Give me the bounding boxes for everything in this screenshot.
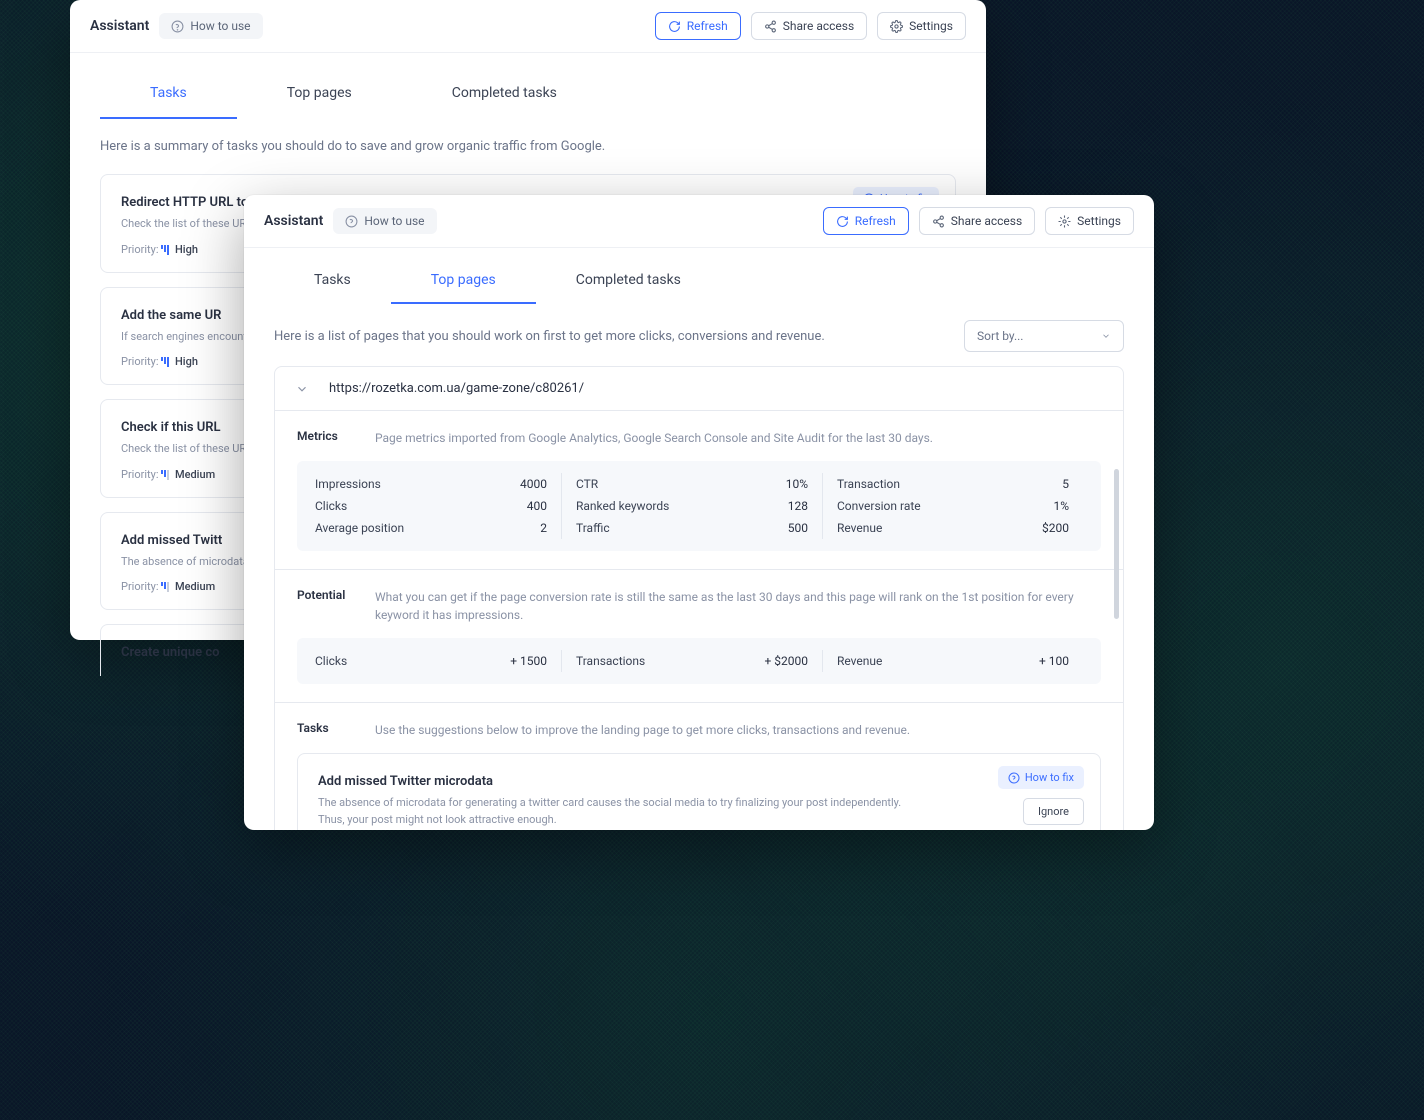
chevron-down-icon: [295, 382, 309, 396]
metric-row: Transaction5: [837, 473, 1069, 495]
refresh-button[interactable]: Refresh: [823, 207, 909, 235]
task-title: Add missed Twitt: [121, 533, 222, 548]
metric-row: Revenue$200: [837, 517, 1069, 539]
header-bar: Assistant How to use Refresh Share acces…: [244, 195, 1154, 248]
tab-top-pages[interactable]: Top pages: [237, 67, 402, 119]
metric-row: Average position2: [315, 517, 547, 539]
metric-row: Clicks+ 1500: [315, 650, 547, 672]
metrics-panel: Metrics Page metrics imported from Googl…: [274, 411, 1124, 570]
metric-row: Clicks400: [315, 495, 547, 517]
app-title: Assistant: [90, 18, 149, 34]
gear-icon: [1058, 215, 1071, 228]
page-url-row[interactable]: https://rozetka.com.ua/game-zone/c80261/: [274, 366, 1124, 411]
tab-bar: Tasks Top pages Completed tasks: [274, 256, 1124, 304]
gear-icon: [890, 20, 903, 33]
question-icon: [1008, 772, 1020, 784]
ignore-button[interactable]: Ignore: [1023, 798, 1084, 825]
tasks-label: Tasks: [297, 721, 353, 735]
share-button[interactable]: Share access: [919, 207, 1035, 235]
refresh-icon: [668, 20, 681, 33]
potential-grid: Clicks+ 1500 Transactions+ $2000 Revenue…: [297, 638, 1101, 684]
refresh-button[interactable]: Refresh: [655, 12, 741, 40]
potential-panel: Potential What you can get if the page c…: [274, 570, 1124, 703]
metric-row: CTR10%: [576, 473, 808, 495]
metric-row: Ranked keywords128: [576, 495, 808, 517]
priority-icon: [161, 357, 169, 367]
metrics-grid: Impressions4000 Clicks400 Average positi…: [297, 461, 1101, 551]
share-icon: [764, 20, 777, 33]
refresh-icon: [836, 215, 849, 228]
tab-tasks[interactable]: Tasks: [274, 256, 391, 304]
share-button[interactable]: Share access: [751, 12, 867, 40]
metric-row: Traffic500: [576, 517, 808, 539]
task-title: Add the same UR: [121, 308, 221, 323]
how-to-fix-button[interactable]: How to fix: [998, 766, 1084, 789]
potential-description: What you can get if the page conversion …: [375, 588, 1101, 624]
tasks-panel: Tasks Use the suggestions below to impro…: [274, 703, 1124, 830]
task-title: Add missed Twitter microdata: [318, 774, 493, 789]
priority-icon: [161, 470, 169, 480]
summary-text: Here is a summary of tasks you should do…: [100, 139, 956, 154]
page-url: https://rozetka.com.ua/game-zone/c80261/: [329, 381, 584, 396]
tab-tasks[interactable]: Tasks: [100, 67, 237, 119]
tab-completed[interactable]: Completed tasks: [536, 256, 721, 304]
assistant-card-top-pages: Assistant How to use Refresh Share acces…: [244, 195, 1154, 830]
sort-dropdown[interactable]: Sort by...: [964, 320, 1124, 352]
how-to-use-button[interactable]: How to use: [159, 13, 262, 39]
priority-icon: [161, 245, 169, 255]
metric-row: Revenue+ 100: [837, 650, 1069, 672]
question-icon: [171, 20, 184, 33]
tab-top-pages[interactable]: Top pages: [391, 256, 536, 304]
tab-completed[interactable]: Completed tasks: [402, 67, 607, 119]
tasks-description: Use the suggestions below to improve the…: [375, 721, 1101, 739]
metric-row: Conversion rate1%: [837, 495, 1069, 517]
task-description: The absence of microdata for generating …: [318, 795, 908, 828]
how-to-use-button[interactable]: How to use: [333, 208, 436, 234]
task-title: Check if this URL: [121, 420, 221, 435]
share-icon: [932, 215, 945, 228]
settings-button[interactable]: Settings: [1045, 207, 1134, 235]
page-task-card: Add missed Twitter microdata How to fix …: [297, 753, 1101, 830]
question-icon: [345, 215, 358, 228]
settings-button[interactable]: Settings: [877, 12, 966, 40]
potential-label: Potential: [297, 588, 353, 602]
metrics-label: Metrics: [297, 429, 353, 443]
chevron-down-icon: [1101, 331, 1111, 341]
header-bar: Assistant How to use Refresh Share acces…: [70, 0, 986, 53]
priority-icon: [161, 582, 169, 592]
task-title: Create unique co: [121, 645, 219, 660]
metric-row: Impressions4000: [315, 473, 547, 495]
intro-text: Here is a list of pages that you should …: [274, 329, 944, 344]
tab-bar: Tasks Top pages Completed tasks: [100, 67, 956, 119]
app-title: Assistant: [264, 213, 323, 229]
metrics-description: Page metrics imported from Google Analyt…: [375, 429, 1101, 447]
metric-row: Transactions+ $2000: [576, 650, 808, 672]
